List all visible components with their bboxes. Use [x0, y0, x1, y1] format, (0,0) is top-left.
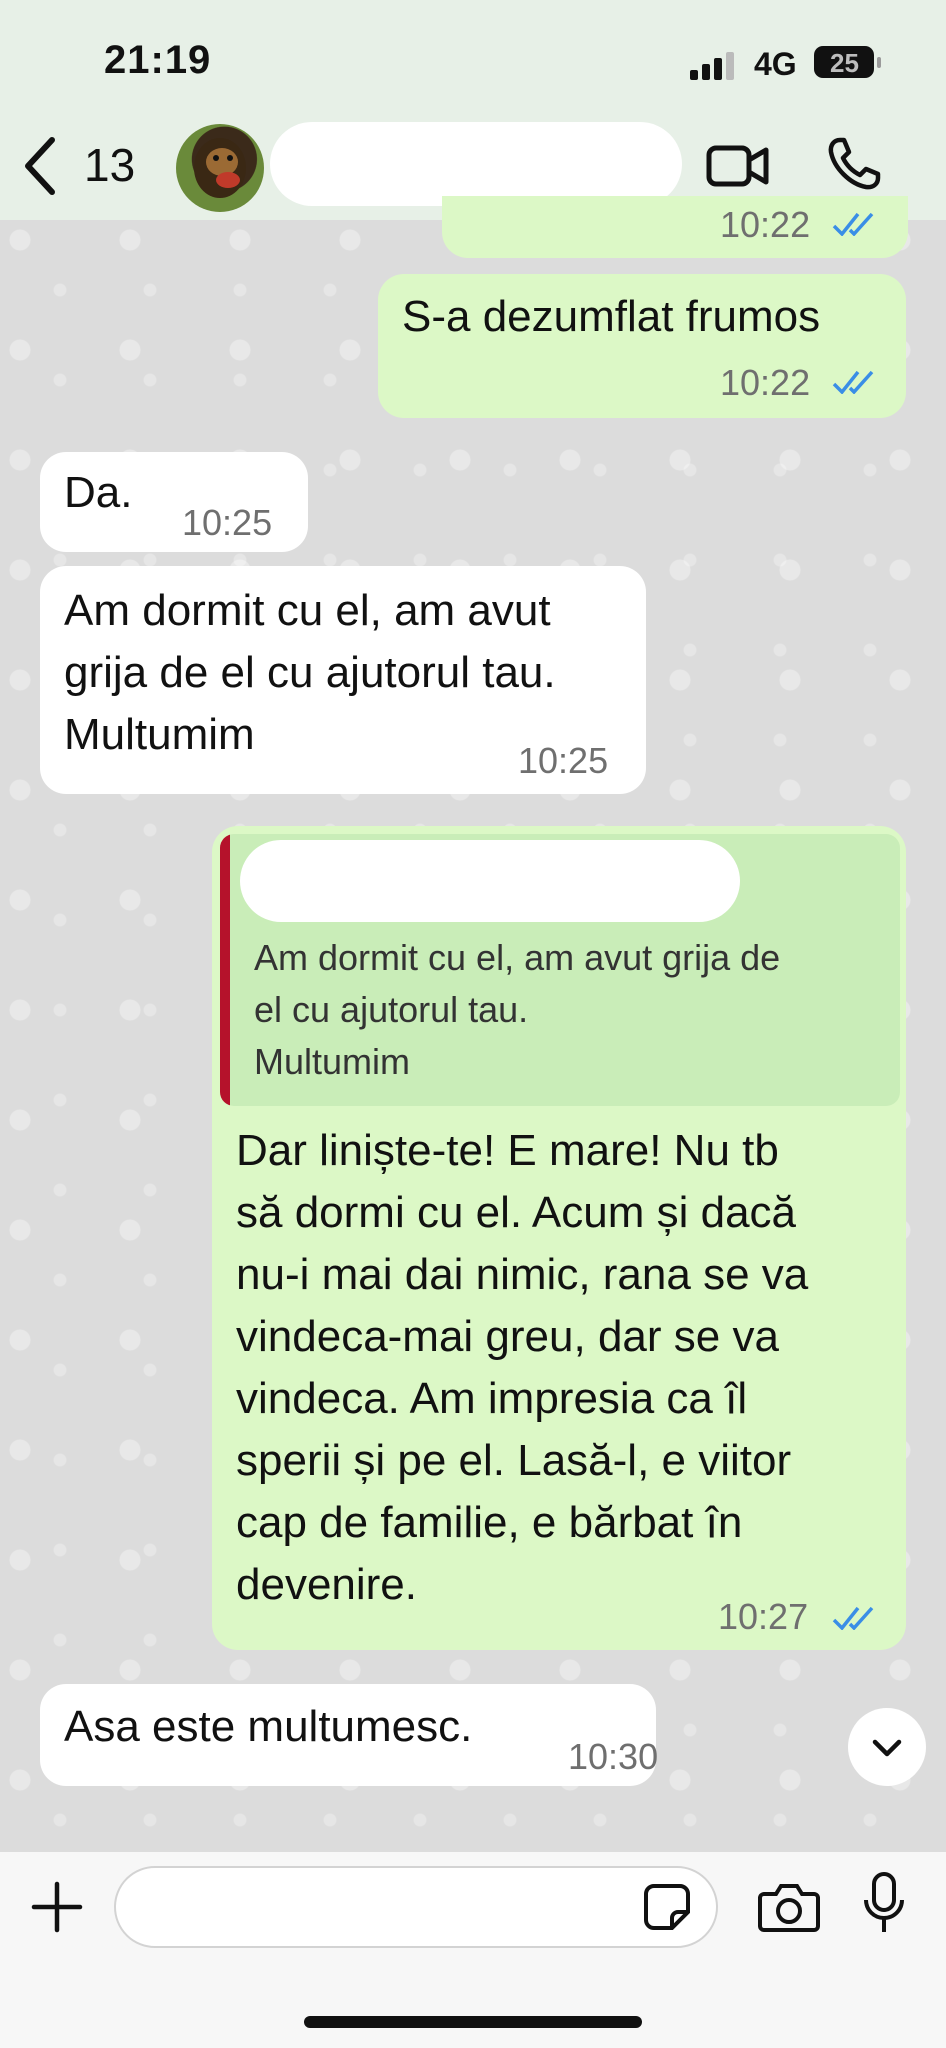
message-text: Asa este multumesc. [64, 1702, 473, 1751]
unread-count: 13 [84, 139, 136, 191]
message-bubble-incoming[interactable]: Da. 10:25 [40, 452, 308, 552]
status-bar: 21:19 4G 25 [0, 0, 946, 118]
message-bubble-incoming[interactable]: Asa este multumesc. 10:30 [40, 1684, 659, 1786]
home-indicator[interactable] [304, 2016, 642, 2028]
phone-icon[interactable] [826, 136, 882, 192]
chevron-down-icon [872, 1739, 902, 1757]
back-button[interactable]: 13 [20, 130, 140, 200]
quoted-author-redacted [240, 840, 740, 922]
message-bubble-incoming[interactable]: Am dormit cu el, am avut grija de el cu … [40, 566, 646, 794]
dog-avatar-image [194, 138, 246, 198]
message-time: 10:30 [568, 1736, 659, 1777]
quoted-text: Am dormit cu el, am avut grija de el cu … [254, 937, 781, 1082]
message-bubble-outgoing[interactable]: S-a dezumflat frumos 10:22 [378, 274, 906, 418]
read-receipt-icon [832, 370, 874, 394]
read-receipt-icon [832, 212, 874, 236]
camera-icon[interactable] [758, 1880, 820, 1934]
message-time: 10:22 [720, 362, 811, 403]
battery-icon: 25 [814, 46, 881, 78]
sticker-icon[interactable] [642, 1882, 692, 1932]
microphone-icon[interactable] [862, 1872, 906, 1936]
message-text: Am dormit cu el, am avut grija de el cu … [64, 586, 556, 759]
message-time: 10:25 [182, 502, 273, 543]
quote-accent-bar [220, 834, 230, 1106]
message-time: 10:27 [718, 1596, 809, 1637]
message-time: 10:25 [518, 740, 609, 781]
quoted-message[interactable]: Am dormit cu el, am avut grija de el cu … [220, 834, 900, 1106]
video-call-icon[interactable] [706, 140, 770, 192]
message-text: S-a dezumflat frumos [402, 292, 821, 341]
scroll-to-bottom-button[interactable] [848, 1708, 926, 1786]
network-type: 4G [754, 46, 797, 82]
message-bubble-outgoing[interactable]: 10:22 [442, 196, 908, 258]
signal-icon [690, 52, 734, 80]
battery-level: 25 [830, 48, 859, 78]
plus-icon[interactable] [30, 1880, 84, 1934]
message-input[interactable] [114, 1866, 718, 1948]
read-receipt-icon [832, 1606, 874, 1630]
message-text: Dar liniște-te! E mare! Nu tb să dormi c… [236, 1126, 809, 1609]
contact-avatar[interactable] [176, 124, 264, 212]
contact-name-redacted[interactable] [270, 122, 682, 206]
status-time: 21:19 [104, 38, 212, 82]
message-time: 10:22 [720, 204, 811, 245]
message-text: Da. [64, 468, 133, 517]
back-chevron-icon [25, 137, 55, 195]
